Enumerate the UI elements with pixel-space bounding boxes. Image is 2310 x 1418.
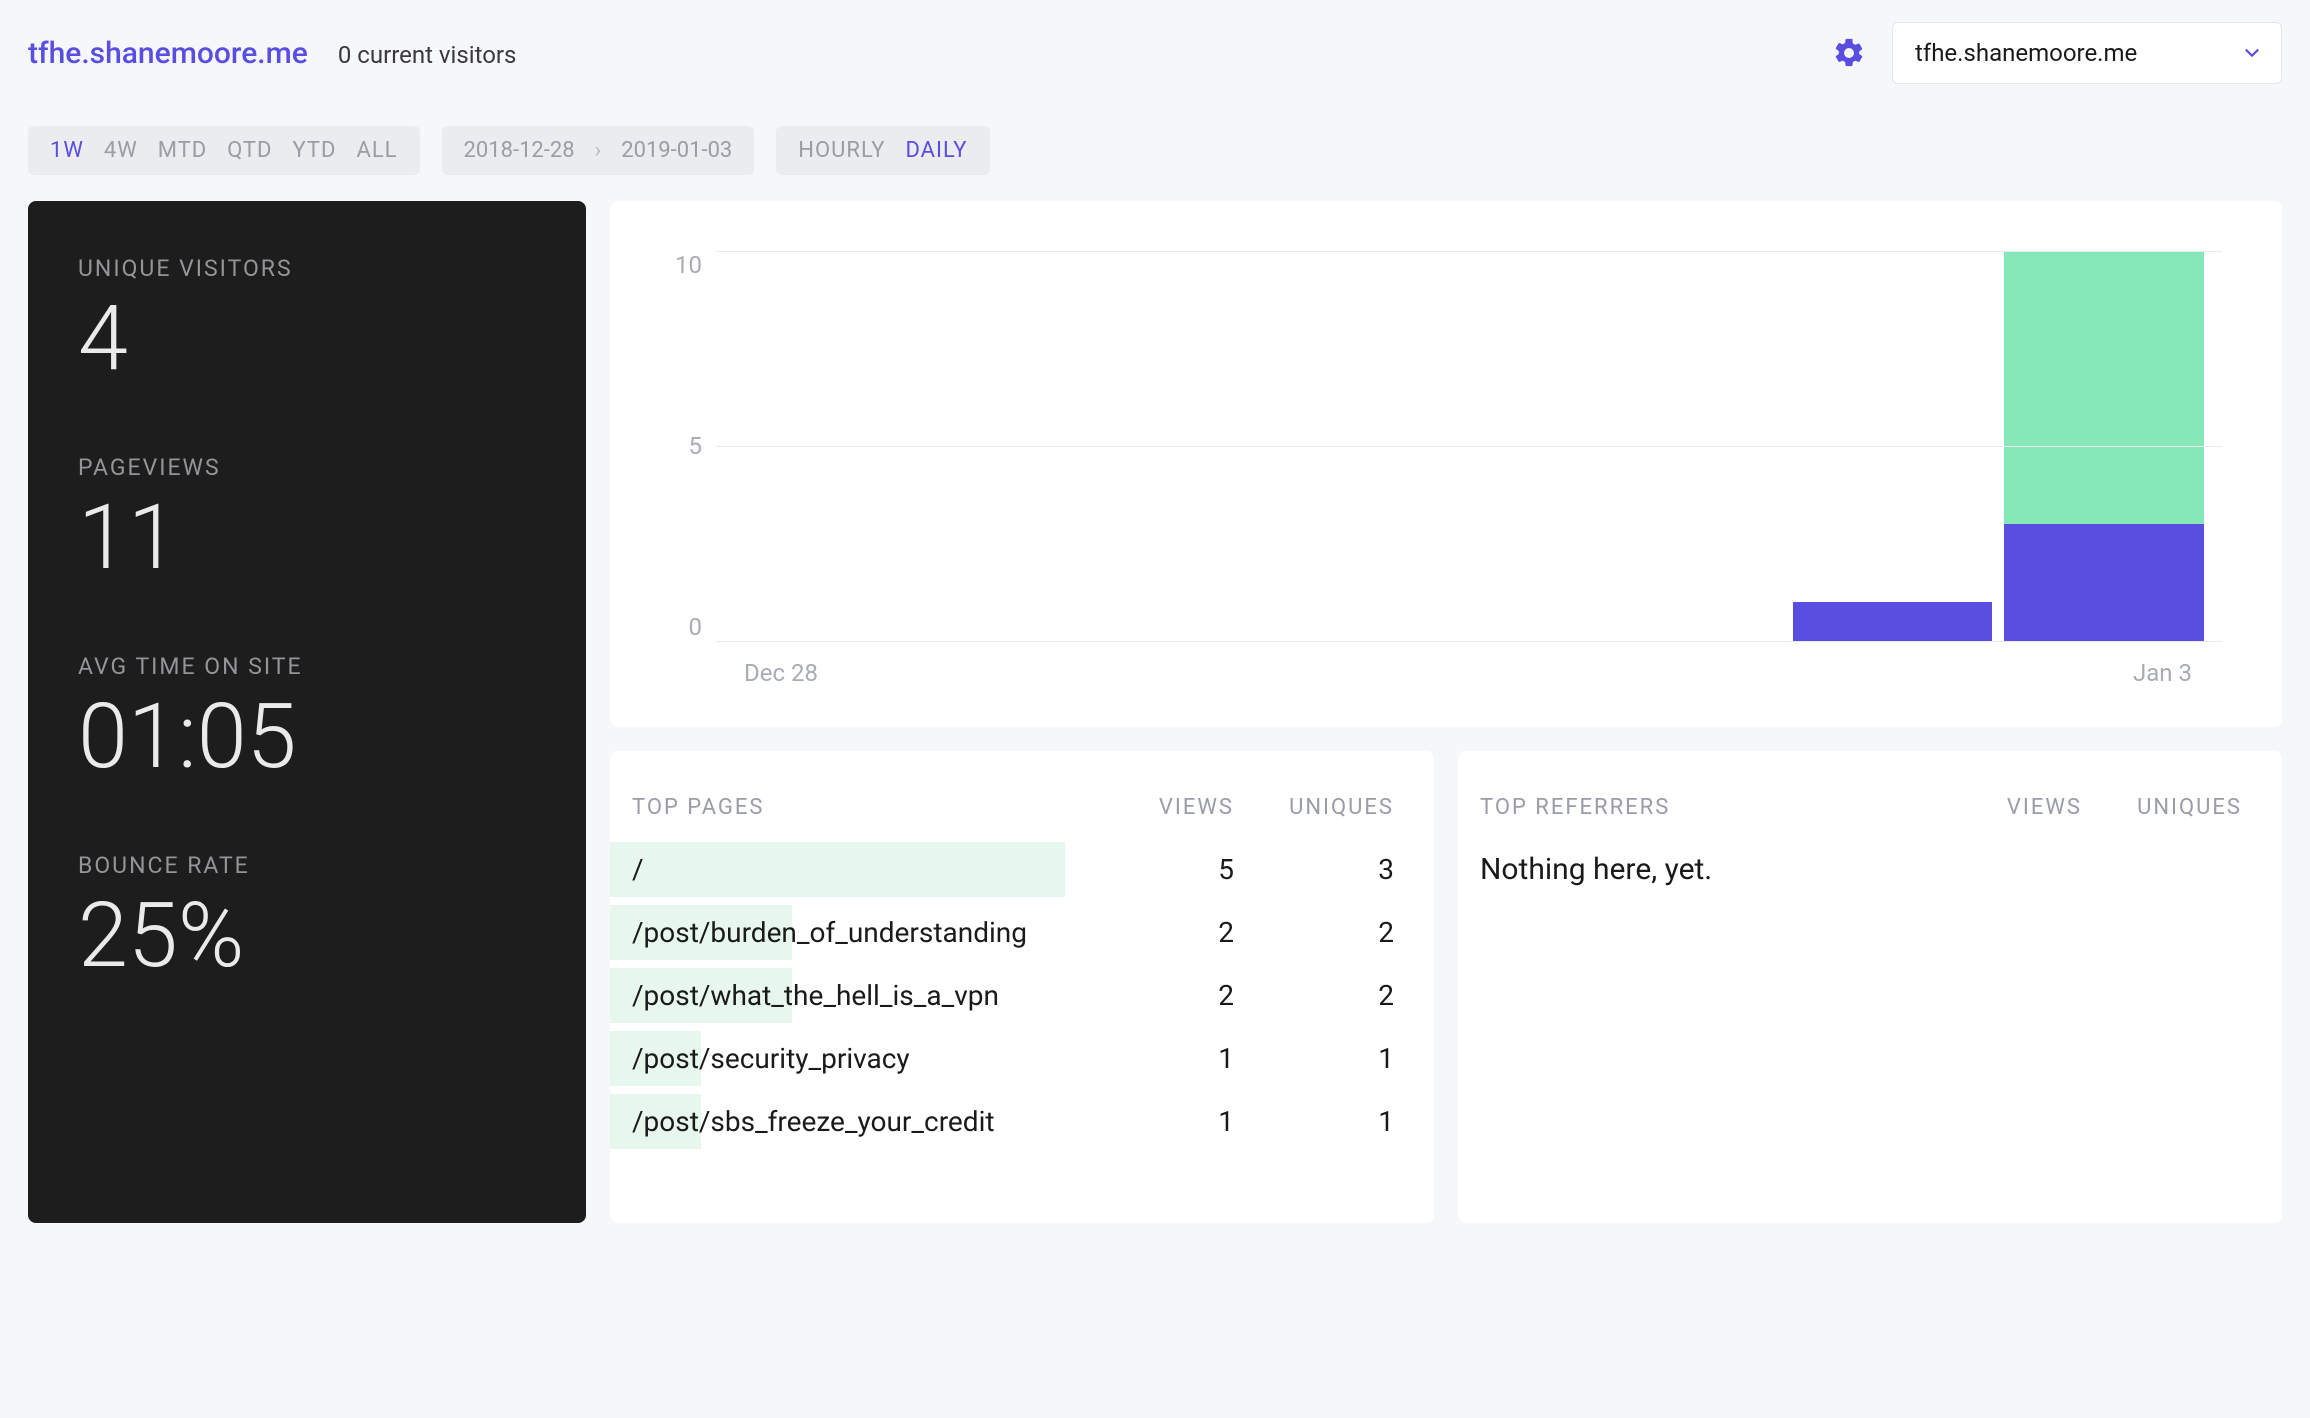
settings-icon[interactable] — [1832, 36, 1866, 70]
stat-value: 4 — [78, 294, 536, 384]
bar-segment-uniques — [2004, 524, 2204, 641]
col-views: VIEWS — [1922, 795, 2082, 820]
row-views: 1 — [1074, 1105, 1234, 1138]
stat-avg-time: AVG TIME ON SITE 01:05 — [78, 653, 536, 782]
table-row[interactable]: /post/sbs_freeze_your_credit11 — [610, 1090, 1394, 1153]
range-option-qtd[interactable]: QTD — [227, 138, 272, 163]
top-pages-card: TOP PAGES VIEWS UNIQUES /53/post/burden_… — [610, 751, 1434, 1223]
grid-line — [716, 641, 2222, 642]
chart-card: 10 5 0 Dec 28 Jan 3 — [610, 201, 2282, 727]
row-path: /post/security_privacy — [632, 1042, 1074, 1075]
stat-unique-visitors: UNIQUE VISITORS 4 — [78, 255, 536, 384]
y-tick: 10 — [675, 251, 702, 279]
row-path: /post/burden_of_understanding — [632, 916, 1074, 949]
table-head: TOP REFERRERS VIEWS UNIQUES — [1458, 795, 2242, 820]
table-head: TOP PAGES VIEWS UNIQUES — [610, 795, 1394, 820]
row-uniques: 1 — [1234, 1042, 1394, 1075]
row-views: 2 — [1074, 979, 1234, 1012]
chart-area: 10 5 0 — [670, 251, 2222, 641]
col-title: TOP REFERRERS — [1480, 795, 1922, 820]
header-right: tfhe.shanemoore.me — [1832, 22, 2282, 84]
chart-plot — [716, 251, 2222, 641]
bar-segment-pageviews — [2004, 251, 2204, 524]
site-select[interactable]: tfhe.shanemoore.me — [1892, 22, 2282, 84]
y-tick: 5 — [689, 432, 703, 460]
chart-y-axis: 10 5 0 — [670, 251, 716, 641]
x-tick-last: Jan 3 — [2133, 659, 2192, 687]
row-uniques: 2 — [1234, 916, 1394, 949]
row-views: 5 — [1074, 853, 1234, 886]
row-uniques: 1 — [1234, 1105, 1394, 1138]
range-option-ytd[interactable]: YTD — [293, 138, 337, 163]
range-option-4w[interactable]: 4W — [104, 138, 138, 163]
site-name-link[interactable]: tfhe.shanemoore.me — [28, 36, 308, 71]
col-uniques: UNIQUES — [1234, 795, 1394, 820]
x-tick-first: Dec 28 — [744, 659, 818, 687]
date-separator-icon: › — [595, 138, 602, 163]
stat-label: PAGEVIEWS — [78, 454, 536, 481]
stat-value: 11 — [78, 493, 536, 583]
table-row[interactable]: /post/security_privacy11 — [610, 1027, 1394, 1090]
row-path: /post/sbs_freeze_your_credit — [632, 1105, 1074, 1138]
granularity-option-hourly[interactable]: HOURLY — [798, 138, 885, 163]
stat-label: UNIQUE VISITORS — [78, 255, 536, 282]
top-referrers-card: TOP REFERRERS VIEWS UNIQUES Nothing here… — [1458, 751, 2282, 1223]
row-views: 2 — [1074, 916, 1234, 949]
row-path: /post/what_the_hell_is_a_vpn — [632, 979, 1074, 1012]
top-referrers-empty: Nothing here, yet. — [1458, 838, 2242, 887]
header: tfhe.shanemoore.me 0 current visitors tf… — [28, 22, 2282, 84]
bar-segment-uniques — [1793, 602, 1993, 641]
range-filter: 1W 4W MTD QTD YTD ALL — [28, 126, 420, 175]
stat-pageviews: PAGEVIEWS 11 — [78, 454, 536, 583]
filter-bar: 1W 4W MTD QTD YTD ALL 2018-12-28 › 2019-01-03… — [28, 126, 2282, 175]
granularity-filter: HOURLY DAILY — [776, 126, 989, 175]
col-title: TOP PAGES — [632, 795, 1074, 820]
grid-line — [716, 251, 2222, 252]
row-views: 1 — [1074, 1042, 1234, 1075]
site-select-value: tfhe.shanemoore.me — [1915, 39, 2137, 67]
row-path: / — [632, 853, 1074, 886]
col-uniques: UNIQUES — [2082, 795, 2242, 820]
dashboard-grid: UNIQUE VISITORS 4 PAGEVIEWS 11 AVG TIME … — [28, 201, 2282, 1223]
chevron-down-icon — [2241, 42, 2263, 64]
bottom-row: TOP PAGES VIEWS UNIQUES /53/post/burden_… — [610, 751, 2282, 1223]
date-from: 2018-12-28 — [464, 138, 575, 163]
top-pages-body: /53/post/burden_of_understanding22/post/… — [610, 838, 1394, 1153]
granularity-option-daily[interactable]: DAILY — [905, 138, 967, 163]
header-left: tfhe.shanemoore.me 0 current visitors — [28, 36, 516, 71]
stat-label: BOUNCE RATE — [78, 852, 536, 879]
stats-card: UNIQUE VISITORS 4 PAGEVIEWS 11 AVG TIME … — [28, 201, 586, 1223]
current-visitors: 0 current visitors — [338, 41, 517, 69]
table-row[interactable]: /post/what_the_hell_is_a_vpn22 — [610, 964, 1394, 1027]
range-option-1w[interactable]: 1W — [50, 138, 84, 163]
grid-line — [716, 446, 2222, 447]
stat-value: 01:05 — [78, 692, 536, 782]
date-range-filter[interactable]: 2018-12-28 › 2019-01-03 — [442, 126, 755, 175]
row-uniques: 2 — [1234, 979, 1394, 1012]
stat-value: 25% — [78, 891, 536, 981]
range-option-all[interactable]: ALL — [356, 138, 397, 163]
row-uniques: 3 — [1234, 853, 1394, 886]
range-option-mtd[interactable]: MTD — [158, 138, 207, 163]
table-row[interactable]: /post/burden_of_understanding22 — [610, 901, 1394, 964]
col-views: VIEWS — [1074, 795, 1234, 820]
y-tick: 0 — [689, 613, 703, 641]
chart-x-axis: Dec 28 Jan 3 — [670, 659, 2222, 687]
stat-label: AVG TIME ON SITE — [78, 653, 536, 680]
date-to: 2019-01-03 — [621, 138, 732, 163]
table-row[interactable]: /53 — [610, 838, 1394, 901]
stat-bounce: BOUNCE RATE 25% — [78, 852, 536, 981]
